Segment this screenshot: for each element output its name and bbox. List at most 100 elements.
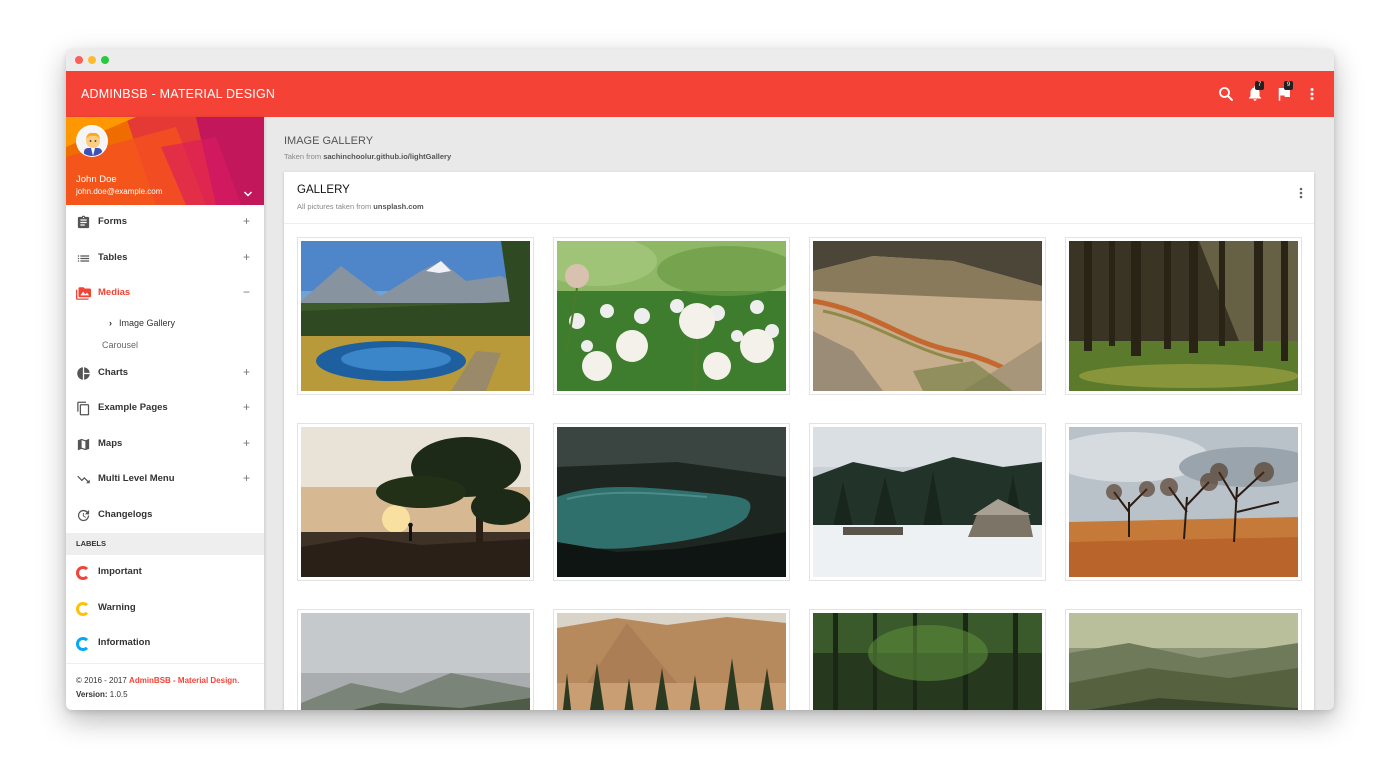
collapse-toggle[interactable]: − [243, 285, 250, 299]
gallery-thumbnail[interactable] [1065, 423, 1302, 581]
menu-item-multi-level-menu[interactable]: Multi Level Menu + [66, 462, 264, 498]
card-subtitle-prefix: All pictures taken from [297, 202, 374, 211]
minimize-window-button[interactable] [88, 56, 96, 64]
page-subtitle: Taken from sachinchoolur.github.io/light… [284, 152, 451, 161]
menu-label: Multi Level Menu [98, 473, 175, 484]
maximize-window-button[interactable] [101, 56, 109, 64]
gallery-thumbnail[interactable] [809, 237, 1046, 395]
label-text: Information [98, 637, 151, 648]
content-copy-icon [76, 401, 91, 416]
submenu-label: Carousel [102, 339, 139, 350]
main-menu: Forms + Tables + Medias − › Image Galler… [66, 205, 264, 662]
gallery-thumbnail[interactable] [297, 609, 534, 710]
card-title: GALLERY [297, 184, 350, 196]
source-link[interactable]: sachinchoolur.github.io/lightGallery [323, 152, 451, 161]
label-text: Important [98, 566, 142, 577]
menu-label: Maps [98, 437, 123, 449]
more-vertical-icon[interactable] [1303, 85, 1321, 103]
donut-large-icon [76, 566, 90, 580]
expand-toggle[interactable]: + [243, 250, 250, 264]
labels-header: LABELS [66, 533, 264, 555]
page-subtitle-prefix: Taken from [284, 152, 324, 161]
gallery-thumbnail[interactable] [1065, 609, 1302, 710]
block-header: IMAGE GALLERY Taken from sachinchoolur.g… [284, 135, 451, 161]
menu-label: Medias [98, 287, 131, 298]
copyright-brand-link[interactable]: AdminBSB - Material Design [129, 676, 237, 685]
chevron-right-icon: › [109, 317, 112, 328]
menu-item-charts[interactable]: Charts + [66, 356, 264, 392]
search-icon[interactable] [1217, 85, 1235, 103]
misty-valley-image [1069, 613, 1298, 710]
unsplash-link[interactable]: unsplash.com [373, 202, 423, 211]
sidebar-footer: © 2016 - 2017 AdminBSB - Material Design… [66, 663, 264, 710]
menu-item-maps[interactable]: Maps + [66, 427, 264, 463]
card-subtitle: All pictures taken from unsplash.com [297, 202, 424, 211]
expand-toggle[interactable]: + [243, 400, 250, 414]
clover-flowers-image [557, 241, 786, 391]
menu-label: Tables [98, 251, 128, 263]
label-item-information[interactable]: Information [66, 626, 264, 662]
map-icon [76, 437, 91, 452]
submenu-item-carousel[interactable]: Carousel [66, 334, 264, 356]
menu-item-medias[interactable]: Medias − [66, 276, 264, 312]
label-text: Warning [98, 601, 136, 613]
dark-lake-image [557, 427, 786, 577]
copyright-prefix: © 2016 - 2017 [76, 676, 130, 685]
forest-sunlight-image [1069, 241, 1298, 391]
user-info-panel: John Doe john.doe@example.com [66, 117, 264, 205]
label-item-warning[interactable]: Warning [66, 591, 264, 627]
user-email: john.doe@example.com [76, 187, 163, 196]
close-window-button[interactable] [75, 56, 83, 64]
submenu-item-image-gallery[interactable]: › Image Gallery [66, 312, 264, 334]
gallery-thumbnail[interactable] [297, 423, 534, 581]
version-value: 1.0.5 [107, 690, 128, 699]
riverbed-aerial-image [813, 241, 1042, 391]
list-icon [76, 251, 91, 266]
more-vertical-icon[interactable] [1296, 186, 1306, 200]
autumn-trees-image [1069, 427, 1298, 577]
expand-toggle[interactable]: + [243, 214, 250, 228]
mountain-lake-image [301, 241, 530, 391]
foggy-hills-image [301, 613, 530, 710]
copyright-line: © 2016 - 2017 AdminBSB - Material Design… [76, 674, 264, 688]
donut-large-icon [76, 637, 90, 651]
gallery-thumbnail[interactable] [553, 237, 790, 395]
page-title: IMAGE GALLERY [284, 135, 374, 147]
gallery-thumbnail[interactable] [553, 423, 790, 581]
gallery-thumbnail[interactable] [297, 237, 534, 395]
submenu-label: Image Gallery [119, 317, 176, 328]
flag-icon[interactable]: 9 [1275, 81, 1293, 103]
cliff-forest-image [557, 613, 786, 710]
brand-link[interactable]: ADMINBSB - MATERIAL DESIGN [81, 87, 275, 101]
menu-label: Forms [98, 216, 128, 227]
chevron-down-icon[interactable] [242, 187, 254, 199]
browser-window: ADMINBSB - MATERIAL DESIGN 7 9 John Doe … [66, 49, 1334, 710]
gallery-thumbnail[interactable] [809, 423, 1046, 581]
version-line: Version: 1.0.5 [76, 688, 264, 702]
main-content: IMAGE GALLERY Taken from sachinchoolur.g… [264, 117, 1334, 710]
expand-toggle[interactable]: + [243, 365, 250, 379]
gallery-thumbnail[interactable] [553, 609, 790, 710]
trending-down-icon [76, 472, 91, 487]
copyright-suffix: . [237, 676, 240, 685]
snow-cabin-image [813, 427, 1042, 577]
avatar[interactable] [76, 125, 108, 157]
menu-label: Example Pages [98, 402, 168, 413]
expand-toggle[interactable]: + [243, 471, 250, 485]
top-navbar: ADMINBSB - MATERIAL DESIGN 7 9 [66, 71, 1334, 117]
pie-chart-icon [76, 366, 91, 381]
label-item-important[interactable]: Important [66, 555, 264, 591]
sunset-tree-image [301, 427, 530, 577]
menu-item-changelogs[interactable]: Changelogs [66, 498, 264, 534]
menu-item-tables[interactable]: Tables + [66, 241, 264, 277]
update-icon [76, 508, 91, 523]
notifications-icon[interactable]: 7 [1246, 81, 1264, 103]
expand-toggle[interactable]: + [243, 436, 250, 450]
tasks-count-badge: 9 [1284, 81, 1293, 90]
gallery-thumbnail[interactable] [809, 609, 1046, 710]
gallery-thumbnail[interactable] [1065, 237, 1302, 395]
menu-item-example-pages[interactable]: Example Pages + [66, 391, 264, 427]
assignment-icon [76, 215, 91, 230]
forest-bridge-image [813, 613, 1042, 710]
menu-item-forms[interactable]: Forms + [66, 205, 264, 241]
